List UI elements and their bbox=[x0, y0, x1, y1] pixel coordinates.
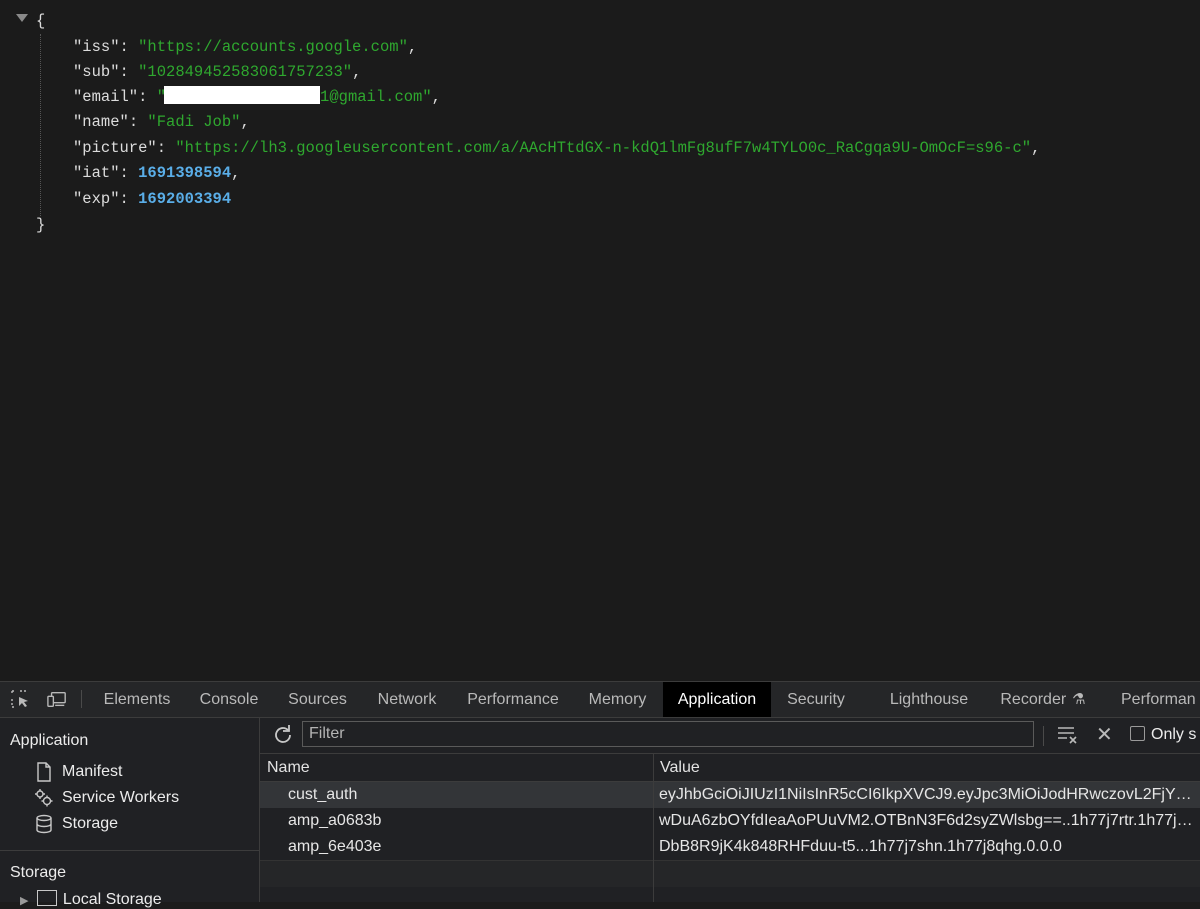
json-viewer: { "iss": "https://accounts.google.com", … bbox=[0, 0, 1200, 681]
tab-elements[interactable]: Elements bbox=[97, 682, 177, 717]
tab-sources[interactable]: Sources bbox=[280, 682, 355, 717]
json-key: "sub" bbox=[73, 63, 120, 81]
column-divider bbox=[653, 754, 654, 902]
json-entry-email: "email": " 1@gmail.com", bbox=[73, 86, 441, 106]
sidebar-item-label: Local Storage bbox=[62, 891, 162, 908]
json-entry-picture: "picture": "https://lh3.googleuserconten… bbox=[73, 139, 1041, 157]
json-key: "iss" bbox=[73, 38, 120, 56]
cookie-storage-panel: ✕ Only s Name Value cust_auth eyJhbGciOi… bbox=[260, 718, 1200, 902]
toolbar-separator bbox=[81, 690, 82, 708]
sidebar-item-label: Service Workers bbox=[62, 789, 180, 806]
document-icon bbox=[37, 762, 51, 782]
table-row[interactable]: amp_a0683b wDuA6zbOYfdIeaAoPUuVM2.OTBnN3… bbox=[260, 808, 1200, 834]
json-open-brace: { bbox=[36, 8, 45, 34]
json-entry-iat: "iat": 1691398594, bbox=[73, 164, 241, 182]
checkbox-box[interactable] bbox=[1130, 726, 1145, 741]
refresh-icon[interactable] bbox=[272, 724, 294, 746]
close-brace: } bbox=[36, 216, 46, 234]
sidebar-heading-application: Application bbox=[10, 732, 89, 749]
gears-icon bbox=[35, 789, 53, 807]
indent-guide bbox=[40, 34, 41, 216]
cookie-table: Name Value cust_auth eyJhbGciOiJIUzI1NiI… bbox=[260, 754, 1200, 902]
json-string-value: "Fadi Job" bbox=[147, 113, 241, 131]
only-show-label: Only s bbox=[1151, 726, 1197, 743]
sidebar-item-label: Manifest bbox=[62, 763, 123, 780]
table-row[interactable]: cust_auth eyJhbGciOiJIUzI1NiIsInR5cCI6Ik… bbox=[260, 782, 1200, 808]
device-toolbar-icon[interactable] bbox=[47, 690, 67, 708]
json-number-value: 1691398594 bbox=[138, 164, 232, 182]
expand-arrow-icon: ▶ bbox=[20, 895, 29, 907]
redaction-block bbox=[164, 86, 321, 104]
tab-performance-insights[interactable]: Performan bbox=[1121, 682, 1200, 717]
tab-network[interactable]: Network bbox=[368, 682, 446, 717]
inspect-element-icon[interactable] bbox=[11, 690, 31, 708]
application-sidebar: Application Manifest Service Workers Sto… bbox=[0, 718, 260, 908]
tab-security[interactable]: Security bbox=[779, 682, 853, 717]
open-brace: { bbox=[36, 12, 46, 30]
cookie-name: cust_auth bbox=[288, 786, 358, 803]
column-header-name[interactable]: Name bbox=[260, 754, 310, 781]
cookie-value: eyJhbGciOiJIUzI1NiIsInR5cCI6IkpXVCJ9.eyJ… bbox=[659, 786, 1198, 803]
filter-input[interactable] bbox=[302, 721, 1034, 747]
devtools-panel: Elements Console Sources Network Perform… bbox=[0, 681, 1200, 908]
json-entry-name: "name": "Fadi Job", bbox=[73, 113, 250, 131]
json-string-value-suffix: 1@gmail.com" bbox=[320, 88, 432, 106]
flask-icon: ⚗ bbox=[1072, 691, 1086, 708]
storage-toolbar: ✕ Only s bbox=[260, 718, 1200, 754]
sidebar-item-storage[interactable]: Storage bbox=[34, 812, 118, 836]
sidebar-divider bbox=[0, 850, 259, 851]
cookie-name: amp_6e403e bbox=[288, 838, 382, 855]
json-string-value: "102849452583061757233" bbox=[138, 63, 353, 81]
collapse-triangle-icon[interactable] bbox=[16, 14, 28, 22]
json-number-value: 1692003394 bbox=[138, 190, 232, 208]
sidebar-item-manifest[interactable]: Manifest bbox=[34, 760, 122, 784]
json-key: "picture" bbox=[73, 139, 157, 157]
table-header-row: Name Value bbox=[260, 754, 1200, 782]
cookie-value: DbB8R9jK4k848RHFduu-t5...1h77j7shn.1h77j… bbox=[659, 838, 1062, 855]
only-show-checkbox[interactable]: Only s bbox=[1130, 726, 1196, 744]
toolbar-separator bbox=[1043, 726, 1044, 746]
json-entry-sub: "sub": "102849452583061757233", bbox=[73, 63, 362, 81]
sidebar-item-service-workers[interactable]: Service Workers bbox=[34, 786, 179, 810]
json-string-value: "https://lh3.googleusercontent.com/a/AAc… bbox=[175, 139, 1032, 157]
tab-performance[interactable]: Performance bbox=[460, 682, 566, 717]
clear-all-icon[interactable] bbox=[1057, 725, 1079, 745]
json-entry-iss: "iss": "https://accounts.google.com", bbox=[73, 38, 418, 56]
json-entry-exp: "exp": 1692003394 bbox=[73, 190, 232, 208]
json-key: "name" bbox=[73, 113, 129, 131]
tab-recorder[interactable]: Recorder ⚗ bbox=[990, 682, 1096, 717]
tab-console[interactable]: Console bbox=[192, 682, 266, 717]
table-row[interactable]: amp_6e403e DbB8R9jK4k848RHFduu-t5...1h77… bbox=[260, 834, 1200, 860]
delete-selected-icon[interactable]: ✕ bbox=[1096, 724, 1113, 746]
cookie-name: amp_a0683b bbox=[288, 812, 382, 829]
json-key: "email" bbox=[73, 88, 139, 106]
tab-lighthouse[interactable]: Lighthouse bbox=[882, 682, 976, 717]
table-grid-icon bbox=[36, 890, 57, 906]
tab-memory[interactable]: Memory bbox=[580, 682, 655, 717]
column-header-value[interactable]: Value bbox=[653, 754, 700, 781]
devtools-tab-bar: Elements Console Sources Network Perform… bbox=[0, 682, 1200, 718]
cookie-value: wDuA6zbOYfdIeaAoPUuVM2.OTBnN3F6d2syZWlsb… bbox=[659, 812, 1198, 829]
tab-application[interactable]: Application bbox=[663, 682, 771, 717]
sidebar-item-label: Storage bbox=[62, 815, 119, 832]
json-key: "iat" bbox=[73, 164, 120, 182]
json-string-value: "https://accounts.google.com" bbox=[138, 38, 408, 56]
sidebar-item-local-storage[interactable]: ▶ Local Storage bbox=[20, 890, 162, 909]
sidebar-heading-storage: Storage bbox=[10, 864, 67, 881]
json-close-brace: } bbox=[36, 212, 45, 238]
json-key: "exp" bbox=[73, 190, 120, 208]
tab-recorder-label: Recorder bbox=[1000, 691, 1067, 708]
table-empty-row bbox=[260, 860, 1200, 887]
database-icon bbox=[36, 814, 52, 834]
